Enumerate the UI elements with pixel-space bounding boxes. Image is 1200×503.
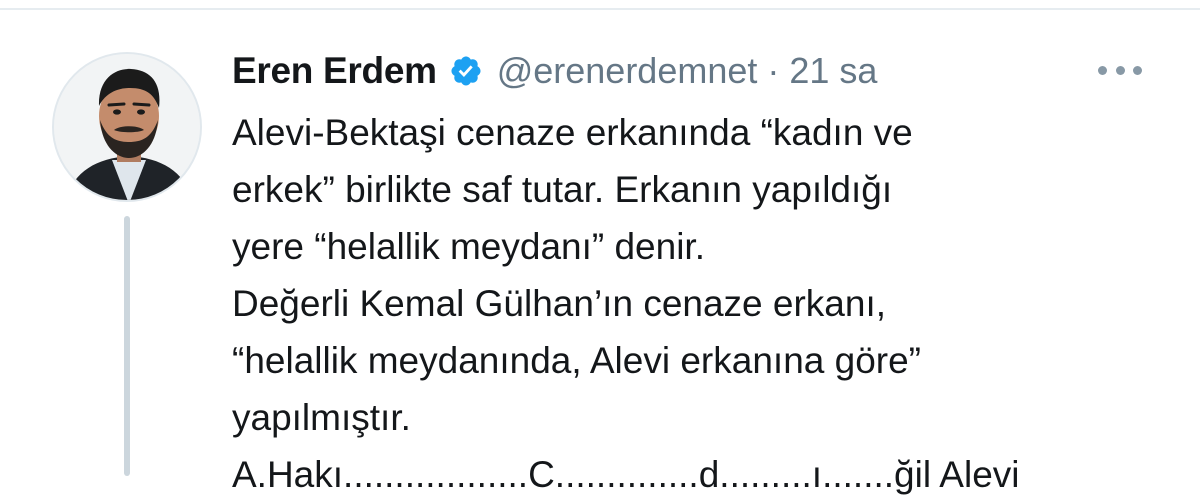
tweet-header: Eren Erdem @erenerdemnet · 21 sa: [232, 46, 877, 96]
timestamp[interactable]: 21 sa: [789, 50, 877, 92]
tweet-text-line-cutoff: A.Hakı..................C..............d…: [232, 454, 1020, 495]
separator-dot: ·: [767, 50, 780, 91]
tweet-text-line: yapılmıştır.: [232, 397, 411, 438]
thread-connector-line: [124, 216, 130, 476]
tweet-text-line: Alevi-Bektaşi cenaze erkanında “kadın ve: [232, 112, 913, 153]
person-photo-icon: [54, 54, 200, 200]
tweet-text-line: “helallik meydanında, Alevi erkanına gör…: [232, 340, 921, 381]
tweet-text-line: erkek” birlikte saf tutar. Erkanın yapıl…: [232, 169, 893, 210]
tweet-text-line: Değerli Kemal Gülhan’ın cenaze erkanı,: [232, 283, 887, 324]
user-handle[interactable]: @erenerdemnet: [497, 50, 758, 92]
tweet-body: Alevi-Bektaşi cenaze erkanında “kadın ve…: [232, 104, 1112, 503]
more-options-icon[interactable]: [1098, 60, 1142, 80]
display-name[interactable]: Eren Erdem: [232, 50, 437, 92]
tweet-text-line: yere “helallik meydanı” denir.: [232, 226, 705, 267]
tweet[interactable]: Eren Erdem @erenerdemnet · 21 sa Alevi-B…: [0, 0, 1200, 495]
avatar[interactable]: [52, 52, 202, 202]
verified-badge-icon: [449, 54, 483, 88]
